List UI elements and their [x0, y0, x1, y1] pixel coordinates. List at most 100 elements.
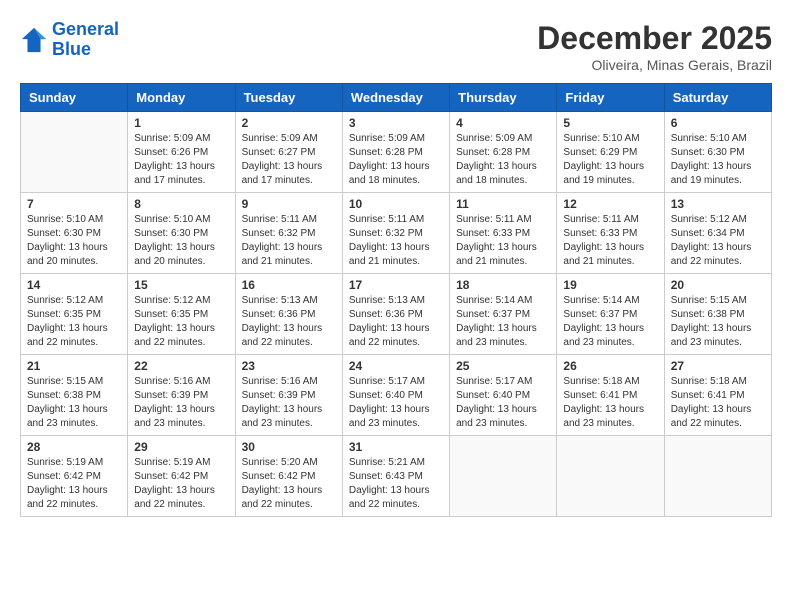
calendar-cell: 10 Sunrise: 5:11 AMSunset: 6:32 PMDaylig…: [342, 193, 449, 274]
day-info: Sunrise: 5:11 AMSunset: 6:32 PMDaylight:…: [242, 213, 336, 269]
day-info: Sunrise: 5:12 AMSunset: 6:35 PMDaylight:…: [134, 294, 228, 350]
day-info: Sunrise: 5:13 AMSunset: 6:36 PMDaylight:…: [349, 294, 443, 350]
calendar-cell: 29 Sunrise: 5:19 AMSunset: 6:42 PMDaylig…: [128, 436, 235, 517]
day-number: 7: [27, 197, 121, 211]
weekday-header: Friday: [557, 84, 664, 112]
day-info: Sunrise: 5:14 AMSunset: 6:37 PMDaylight:…: [456, 294, 550, 350]
logo-text: General Blue: [52, 20, 119, 60]
day-number: 2: [242, 116, 336, 130]
day-number: 14: [27, 278, 121, 292]
calendar-cell: 18 Sunrise: 5:14 AMSunset: 6:37 PMDaylig…: [450, 274, 557, 355]
weekday-header: Monday: [128, 84, 235, 112]
day-number: 4: [456, 116, 550, 130]
day-number: 20: [671, 278, 765, 292]
day-info: Sunrise: 5:10 AMSunset: 6:30 PMDaylight:…: [671, 132, 765, 188]
day-info: Sunrise: 5:09 AMSunset: 6:27 PMDaylight:…: [242, 132, 336, 188]
calendar-cell: 27 Sunrise: 5:18 AMSunset: 6:41 PMDaylig…: [664, 355, 771, 436]
day-number: 25: [456, 359, 550, 373]
calendar-cell: 21 Sunrise: 5:15 AMSunset: 6:38 PMDaylig…: [21, 355, 128, 436]
day-number: 28: [27, 440, 121, 454]
calendar-header-row: SundayMondayTuesdayWednesdayThursdayFrid…: [21, 84, 772, 112]
title-block: December 2025 Oliveira, Minas Gerais, Br…: [537, 20, 772, 73]
day-number: 3: [349, 116, 443, 130]
calendar-cell: 20 Sunrise: 5:15 AMSunset: 6:38 PMDaylig…: [664, 274, 771, 355]
calendar-cell: 14 Sunrise: 5:12 AMSunset: 6:35 PMDaylig…: [21, 274, 128, 355]
calendar-cell: 9 Sunrise: 5:11 AMSunset: 6:32 PMDayligh…: [235, 193, 342, 274]
calendar-week-row: 7 Sunrise: 5:10 AMSunset: 6:30 PMDayligh…: [21, 193, 772, 274]
calendar-week-row: 21 Sunrise: 5:15 AMSunset: 6:38 PMDaylig…: [21, 355, 772, 436]
calendar-cell: 2 Sunrise: 5:09 AMSunset: 6:27 PMDayligh…: [235, 112, 342, 193]
day-info: Sunrise: 5:09 AMSunset: 6:28 PMDaylight:…: [456, 132, 550, 188]
day-number: 27: [671, 359, 765, 373]
day-info: Sunrise: 5:14 AMSunset: 6:37 PMDaylight:…: [563, 294, 657, 350]
day-info: Sunrise: 5:19 AMSunset: 6:42 PMDaylight:…: [134, 456, 228, 512]
calendar-cell: 25 Sunrise: 5:17 AMSunset: 6:40 PMDaylig…: [450, 355, 557, 436]
day-info: Sunrise: 5:12 AMSunset: 6:34 PMDaylight:…: [671, 213, 765, 269]
logo-icon: [20, 26, 48, 54]
day-number: 10: [349, 197, 443, 211]
weekday-header: Tuesday: [235, 84, 342, 112]
day-number: 9: [242, 197, 336, 211]
day-info: Sunrise: 5:15 AMSunset: 6:38 PMDaylight:…: [27, 375, 121, 431]
calendar-week-row: 1 Sunrise: 5:09 AMSunset: 6:26 PMDayligh…: [21, 112, 772, 193]
location: Oliveira, Minas Gerais, Brazil: [537, 57, 772, 73]
calendar-cell: 6 Sunrise: 5:10 AMSunset: 6:30 PMDayligh…: [664, 112, 771, 193]
day-number: 5: [563, 116, 657, 130]
calendar-cell: 5 Sunrise: 5:10 AMSunset: 6:29 PMDayligh…: [557, 112, 664, 193]
day-number: 26: [563, 359, 657, 373]
day-info: Sunrise: 5:09 AMSunset: 6:28 PMDaylight:…: [349, 132, 443, 188]
day-info: Sunrise: 5:10 AMSunset: 6:30 PMDaylight:…: [134, 213, 228, 269]
calendar-cell: 22 Sunrise: 5:16 AMSunset: 6:39 PMDaylig…: [128, 355, 235, 436]
day-number: 19: [563, 278, 657, 292]
calendar-cell: 28 Sunrise: 5:19 AMSunset: 6:42 PMDaylig…: [21, 436, 128, 517]
weekday-header: Wednesday: [342, 84, 449, 112]
day-number: 16: [242, 278, 336, 292]
day-number: 21: [27, 359, 121, 373]
day-info: Sunrise: 5:18 AMSunset: 6:41 PMDaylight:…: [671, 375, 765, 431]
day-number: 30: [242, 440, 336, 454]
day-info: Sunrise: 5:17 AMSunset: 6:40 PMDaylight:…: [456, 375, 550, 431]
day-number: 12: [563, 197, 657, 211]
day-info: Sunrise: 5:20 AMSunset: 6:42 PMDaylight:…: [242, 456, 336, 512]
day-info: Sunrise: 5:21 AMSunset: 6:43 PMDaylight:…: [349, 456, 443, 512]
day-number: 22: [134, 359, 228, 373]
calendar-cell: 31 Sunrise: 5:21 AMSunset: 6:43 PMDaylig…: [342, 436, 449, 517]
day-number: 24: [349, 359, 443, 373]
calendar-cell: 4 Sunrise: 5:09 AMSunset: 6:28 PMDayligh…: [450, 112, 557, 193]
day-info: Sunrise: 5:16 AMSunset: 6:39 PMDaylight:…: [134, 375, 228, 431]
day-info: Sunrise: 5:12 AMSunset: 6:35 PMDaylight:…: [27, 294, 121, 350]
calendar-week-row: 28 Sunrise: 5:19 AMSunset: 6:42 PMDaylig…: [21, 436, 772, 517]
logo: General Blue: [20, 20, 119, 60]
calendar-cell: 13 Sunrise: 5:12 AMSunset: 6:34 PMDaylig…: [664, 193, 771, 274]
calendar-cell: 23 Sunrise: 5:16 AMSunset: 6:39 PMDaylig…: [235, 355, 342, 436]
day-info: Sunrise: 5:09 AMSunset: 6:26 PMDaylight:…: [134, 132, 228, 188]
day-number: 6: [671, 116, 765, 130]
calendar-cell: 8 Sunrise: 5:10 AMSunset: 6:30 PMDayligh…: [128, 193, 235, 274]
day-info: Sunrise: 5:11 AMSunset: 6:32 PMDaylight:…: [349, 213, 443, 269]
day-info: Sunrise: 5:13 AMSunset: 6:36 PMDaylight:…: [242, 294, 336, 350]
day-info: Sunrise: 5:15 AMSunset: 6:38 PMDaylight:…: [671, 294, 765, 350]
day-number: 8: [134, 197, 228, 211]
calendar-cell: 16 Sunrise: 5:13 AMSunset: 6:36 PMDaylig…: [235, 274, 342, 355]
day-info: Sunrise: 5:18 AMSunset: 6:41 PMDaylight:…: [563, 375, 657, 431]
day-info: Sunrise: 5:17 AMSunset: 6:40 PMDaylight:…: [349, 375, 443, 431]
day-info: Sunrise: 5:11 AMSunset: 6:33 PMDaylight:…: [563, 213, 657, 269]
calendar-cell: [21, 112, 128, 193]
weekday-header: Saturday: [664, 84, 771, 112]
calendar-cell: 3 Sunrise: 5:09 AMSunset: 6:28 PMDayligh…: [342, 112, 449, 193]
weekday-header: Thursday: [450, 84, 557, 112]
calendar-cell: [450, 436, 557, 517]
calendar-cell: 19 Sunrise: 5:14 AMSunset: 6:37 PMDaylig…: [557, 274, 664, 355]
month-title: December 2025: [537, 20, 772, 57]
day-number: 13: [671, 197, 765, 211]
calendar-cell: 30 Sunrise: 5:20 AMSunset: 6:42 PMDaylig…: [235, 436, 342, 517]
calendar-week-row: 14 Sunrise: 5:12 AMSunset: 6:35 PMDaylig…: [21, 274, 772, 355]
day-info: Sunrise: 5:10 AMSunset: 6:29 PMDaylight:…: [563, 132, 657, 188]
day-number: 11: [456, 197, 550, 211]
calendar-cell: 11 Sunrise: 5:11 AMSunset: 6:33 PMDaylig…: [450, 193, 557, 274]
calendar-cell: 24 Sunrise: 5:17 AMSunset: 6:40 PMDaylig…: [342, 355, 449, 436]
day-number: 23: [242, 359, 336, 373]
day-info: Sunrise: 5:16 AMSunset: 6:39 PMDaylight:…: [242, 375, 336, 431]
calendar-cell: 17 Sunrise: 5:13 AMSunset: 6:36 PMDaylig…: [342, 274, 449, 355]
calendar-cell: 15 Sunrise: 5:12 AMSunset: 6:35 PMDaylig…: [128, 274, 235, 355]
